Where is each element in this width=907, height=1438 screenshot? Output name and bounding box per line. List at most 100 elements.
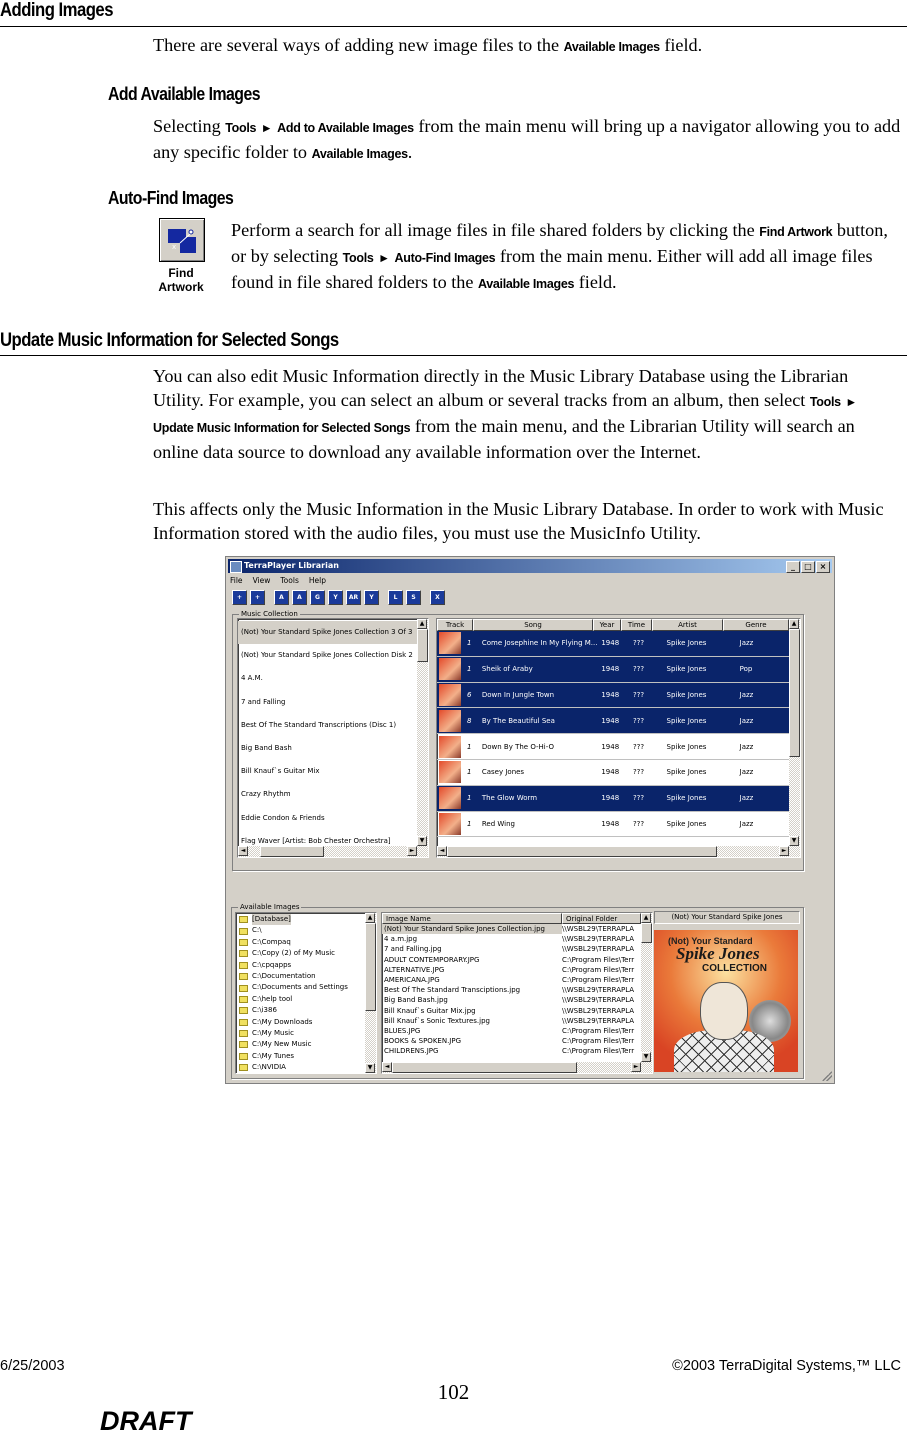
scroll-up-icon[interactable]: ▲ xyxy=(365,913,375,923)
scroll-thumb[interactable] xyxy=(447,846,717,857)
scroll-left-icon[interactable]: ◄ xyxy=(437,846,447,856)
image-row[interactable]: Big Band Bash.jpg \\WSBL29\TERRAPLA xyxy=(382,995,641,1005)
image-row[interactable]: ADULT CONTEMPORARY.JPG C:\Program Files\T… xyxy=(382,955,641,965)
toolbar-add-button[interactable]: + xyxy=(232,590,247,605)
collection-item[interactable]: Big Band Bash xyxy=(238,737,417,760)
scroll-down-icon[interactable]: ▼ xyxy=(789,836,799,846)
track-row[interactable]: 1 Casey Jones 1948??? Spike Jones Jazz xyxy=(437,760,789,786)
scroll-down-icon[interactable]: ▼ xyxy=(417,836,427,846)
toolbar-year2-button[interactable]: Y xyxy=(364,590,379,605)
close-button[interactable]: × xyxy=(816,561,830,573)
scroll-down-icon[interactable]: ▼ xyxy=(641,1052,651,1062)
image-row[interactable]: BOOKS & SPOKEN.JPG C:\Program Files\Terr xyxy=(382,1036,641,1046)
track-row[interactable]: 1 Red Wing 1948??? Spike Jones Jazz xyxy=(437,812,789,838)
col-year[interactable]: Year xyxy=(593,619,621,631)
toolbar-year-button[interactable]: Y xyxy=(328,590,343,605)
image-row[interactable]: 4 a.m.jpg \\WSBL29\TERRAPLA xyxy=(382,934,641,944)
track-row[interactable]: 1 Come Josephine In My Flying M... 1948???… xyxy=(437,631,789,657)
track-row[interactable]: 1 Sheik of Araby 1948??? Spike Jones Pop xyxy=(437,656,789,683)
scroll-up-icon[interactable]: ▲ xyxy=(641,913,651,923)
scroll-thumb[interactable] xyxy=(392,1062,577,1073)
menu-view[interactable]: View xyxy=(253,575,271,587)
collection-hscroll[interactable]: ◄ ► xyxy=(238,846,428,857)
collection-item[interactable]: (Not) Your Standard Spike Jones Collecti… xyxy=(238,644,417,667)
folder-item[interactable]: [Database] xyxy=(236,914,365,926)
scroll-thumb[interactable] xyxy=(260,846,324,857)
menu-help[interactable]: Help xyxy=(309,575,326,587)
image-row[interactable]: Bill Knauf`s Sonic Textures.jpg \\WSBL29\… xyxy=(382,1016,641,1026)
scroll-right-icon[interactable]: ► xyxy=(779,846,789,856)
scroll-left-icon[interactable]: ◄ xyxy=(382,1062,392,1072)
toolbar-genre-button[interactable]: G xyxy=(310,590,325,605)
folder-item[interactable]: C:\Copy (2) of My Music xyxy=(236,948,365,959)
folders-vscroll[interactable]: ▲ ▼ xyxy=(365,913,376,1073)
col-original-folder[interactable]: Original Folder xyxy=(562,913,641,924)
scroll-thumb[interactable] xyxy=(417,629,428,662)
collection-item[interactable]: Eddie Condon & Friends xyxy=(238,807,417,830)
collection-vscroll[interactable]: ▲ ▼ xyxy=(417,619,428,846)
maximize-button[interactable]: □ xyxy=(801,561,815,573)
toolbar-exit-button[interactable]: X xyxy=(430,590,445,605)
folder-item[interactable]: C:\Documentation xyxy=(236,971,365,982)
scroll-thumb[interactable] xyxy=(789,629,800,757)
toolbar-search-button[interactable]: S xyxy=(406,590,421,605)
toolbar-library-button[interactable]: L xyxy=(388,590,403,605)
folder-item[interactable]: C:\Compaq xyxy=(236,937,365,948)
collection-item[interactable]: 4 A.M. xyxy=(238,667,417,690)
tracks-vscroll[interactable]: ▲ ▼ xyxy=(789,619,800,846)
collection-item[interactable]: (Not) Your Standard Spike Jones Collecti… xyxy=(238,621,417,645)
menu-tools[interactable]: Tools xyxy=(280,575,298,587)
toolbar-artist-button[interactable]: A xyxy=(292,590,307,605)
toolbar-artist-album-button[interactable]: AR xyxy=(346,590,361,605)
track-row[interactable]: 1 Down By The O-Hi-O 1948??? Spike Jones Jaz… xyxy=(437,734,789,760)
images-vscroll[interactable]: ▲ ▼ xyxy=(641,913,652,1062)
folder-item[interactable]: C:\My New Music xyxy=(236,1039,365,1050)
minimize-button[interactable]: _ xyxy=(786,561,800,573)
image-row[interactable]: (Not) Your Standard Spike Jones Collecti… xyxy=(382,924,641,935)
toolbar-album-button[interactable]: A xyxy=(274,590,289,605)
image-row[interactable]: ALTERNATIVE.JPG C:\Program Files\Terr xyxy=(382,965,641,975)
col-artist[interactable]: Artist xyxy=(652,619,723,631)
folder-item[interactable]: C:\ xyxy=(236,925,365,936)
col-genre[interactable]: Genre xyxy=(723,619,789,631)
collection-item[interactable]: 7 and Falling xyxy=(238,691,417,714)
images-hscroll[interactable]: ◄ ► xyxy=(382,1062,652,1073)
scroll-right-icon[interactable]: ► xyxy=(407,846,417,856)
col-time[interactable]: Time xyxy=(621,619,652,631)
find-artwork-button[interactable]: x xyxy=(159,218,205,262)
image-row[interactable]: AMERICANA.JPG C:\Program Files\Terr xyxy=(382,975,641,985)
scroll-right-icon[interactable]: ► xyxy=(631,1062,641,1072)
folder-item[interactable]: C:\My Tunes xyxy=(236,1051,365,1062)
scroll-thumb[interactable] xyxy=(365,923,376,1011)
image-row[interactable]: BLUES.JPG C:\Program Files\Terr xyxy=(382,1026,641,1036)
scroll-thumb[interactable] xyxy=(641,923,652,943)
folder-item[interactable]: C:\My Downloads xyxy=(236,1017,365,1028)
scroll-up-icon[interactable]: ▲ xyxy=(789,619,799,629)
col-song[interactable]: Song xyxy=(473,619,593,631)
folder-item[interactable]: C:\NVIDIA xyxy=(236,1062,365,1073)
tracks-hscroll[interactable]: ◄ ► xyxy=(437,846,800,857)
folder-item[interactable]: C:\i386 xyxy=(236,1005,365,1016)
scroll-left-icon[interactable]: ◄ xyxy=(238,846,248,856)
image-row[interactable]: Bill Knauf`s Guitar Mix.jpg \\WSBL29\TERR… xyxy=(382,1006,641,1016)
toolbar-add-folder-button[interactable]: + xyxy=(250,590,265,605)
folder-item[interactable]: C:\help tool xyxy=(236,994,365,1005)
tracks-table[interactable]: Track Song Year Time Artist Genre 1 Come … xyxy=(436,618,801,858)
track-row[interactable]: 1 The Glow Worm 1948??? Spike Jones Jazz xyxy=(437,785,789,812)
folder-list[interactable]: [Database] C:\ C:\Compaq C:\Copy (2) of My … xyxy=(235,912,377,1074)
col-track[interactable]: Track xyxy=(437,619,473,631)
collection-item[interactable]: Best Of The Standard Transcriptions (Dis… xyxy=(238,714,417,737)
music-collection-list[interactable]: (Not) Your Standard Spike Jones Collecti… xyxy=(237,618,429,858)
folder-item[interactable]: C:\Documents and Settings xyxy=(236,982,365,993)
scroll-up-icon[interactable]: ▲ xyxy=(417,619,427,629)
collection-item[interactable]: Bill Knauf`s Guitar Mix xyxy=(238,760,417,783)
image-row[interactable]: 7 and Falling.jpg \\WSBL29\TERRAPLA xyxy=(382,944,641,954)
col-image-name[interactable]: Image Name xyxy=(382,913,562,924)
collection-item[interactable]: Crazy Rhythm xyxy=(238,783,417,806)
menu-file[interactable]: File xyxy=(230,575,243,587)
image-list[interactable]: Image Name Original Folder (Not) Your St… xyxy=(381,912,653,1074)
scroll-down-icon[interactable]: ▼ xyxy=(365,1063,375,1073)
image-row[interactable]: CHILDRENS.JPG C:\Program Files\Terr xyxy=(382,1046,641,1056)
image-row[interactable]: Best Of The Standard Transciptions.jpg \\… xyxy=(382,985,641,995)
track-row[interactable]: 8 By The Beautiful Sea 1948??? Spike Jones J… xyxy=(437,708,789,735)
